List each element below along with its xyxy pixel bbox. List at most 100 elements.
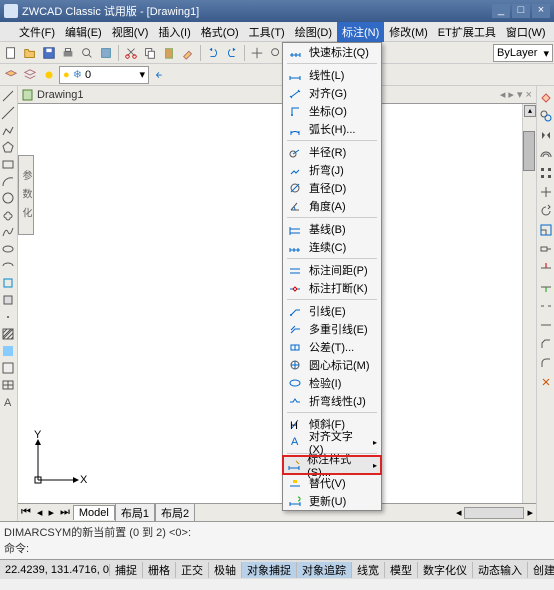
rectangle-icon[interactable] — [0, 156, 16, 172]
point-icon[interactable] — [0, 309, 16, 325]
menu-10[interactable]: 窗口(W) — [501, 22, 551, 42]
insert-icon[interactable] — [0, 275, 16, 291]
mirror-icon[interactable] — [537, 126, 554, 144]
status-创建和隐[interactable]: 创建和隐 — [528, 562, 554, 578]
tab-model[interactable]: Model — [73, 505, 115, 520]
table-icon[interactable] — [0, 377, 16, 393]
menuitem-upd[interactable]: 更新(U) — [283, 492, 381, 510]
tab-first[interactable]: ⏮ — [18, 506, 34, 519]
menuitem-sty[interactable]: 标注样式(S)...▸ — [283, 456, 381, 474]
menu-11[interactable]: 帮助(H) — [551, 22, 554, 42]
menuitem-con[interactable]: 连续(C) — [283, 238, 381, 256]
block-icon[interactable] — [0, 292, 16, 308]
document-tab[interactable]: Drawing1 ◂ ▸ ▾ × — [18, 86, 536, 104]
tab-layout1[interactable]: 布局1 — [115, 503, 155, 521]
explode-icon[interactable] — [537, 373, 554, 391]
print-icon[interactable] — [59, 44, 77, 62]
menuitem-mle[interactable]: 多重引线(E) — [283, 320, 381, 338]
menuitem-jog[interactable]: 折弯(J) — [283, 161, 381, 179]
scale-icon[interactable] — [537, 221, 554, 239]
stretch-icon[interactable] — [537, 240, 554, 258]
tab-last[interactable]: ⏭ — [57, 506, 73, 519]
hscroll-thumb[interactable] — [464, 507, 524, 519]
tab-next[interactable]: ▸ — [45, 506, 57, 519]
undo-icon[interactable] — [204, 44, 222, 62]
menu-0[interactable]: 文件(F) — [14, 22, 60, 42]
drawing-area[interactable]: Drawing1 ◂ ▸ ▾ × X Y ▴ ⏮ ◂ ▸ ⏭ — [18, 86, 536, 521]
move-icon[interactable] — [537, 183, 554, 201]
scroll-up-icon[interactable]: ▴ — [524, 105, 536, 117]
parametric-palette[interactable]: 参 数 化 — [18, 155, 34, 235]
hscroll-right[interactable]: ▸ — [524, 506, 536, 519]
menuitem-atx[interactable]: A对齐文字(X)▸ — [283, 433, 381, 451]
menu-2[interactable]: 视图(V) — [107, 22, 154, 42]
status-极轴[interactable]: 极轴 — [209, 562, 242, 578]
menuitem-lin[interactable]: 线性(L) — [283, 66, 381, 84]
circle-icon[interactable] — [0, 190, 16, 206]
erase-icon[interactable] — [537, 88, 554, 106]
line-icon[interactable] — [0, 88, 16, 104]
menuitem-cen[interactable]: 圆心标记(M) — [283, 356, 381, 374]
ellipse-arc-icon[interactable] — [0, 258, 16, 274]
layer-state-icon[interactable] — [21, 66, 39, 84]
matchprop-icon[interactable] — [179, 44, 197, 62]
menuitem-bas[interactable]: 基线(B) — [283, 220, 381, 238]
close-button[interactable]: × — [532, 4, 550, 18]
status-模型[interactable]: 模型 — [385, 562, 418, 578]
menu-8[interactable]: 修改(M) — [384, 22, 433, 42]
save-icon[interactable] — [40, 44, 58, 62]
tab-prev[interactable]: ◂ — [34, 506, 46, 519]
redo-icon[interactable] — [223, 44, 241, 62]
menuitem-tol[interactable]: 公差(T)... — [283, 338, 381, 356]
menuitem-ord[interactable]: 坐标(O) — [283, 102, 381, 120]
revcloud-icon[interactable] — [0, 207, 16, 223]
status-数字化仪[interactable]: 数字化仪 — [418, 562, 473, 578]
array-icon[interactable] — [537, 164, 554, 182]
menu-1[interactable]: 编辑(E) — [60, 22, 107, 42]
status-捕捉[interactable]: 捕捉 — [110, 562, 143, 578]
tab-arrows[interactable]: ◂ ▸ ▾ × — [500, 88, 536, 101]
menuitem-arc[interactable]: 弧长(H)... — [283, 120, 381, 138]
status-正交[interactable]: 正交 — [176, 562, 209, 578]
status-栅格[interactable]: 栅格 — [143, 562, 176, 578]
trim-icon[interactable] — [537, 259, 554, 277]
status-线宽[interactable]: 线宽 — [352, 562, 385, 578]
menuitem-jol[interactable]: 折弯线性(J) — [283, 392, 381, 410]
maximize-button[interactable]: □ — [512, 4, 530, 18]
menuitem-qdim[interactable]: 快速标注(Q) — [283, 43, 381, 61]
scroll-thumb[interactable] — [523, 131, 535, 171]
menuitem-spa[interactable]: 标注间距(P) — [283, 261, 381, 279]
fillet-icon[interactable] — [537, 354, 554, 372]
status-对象捕捉[interactable]: 对象捕捉 — [242, 562, 297, 578]
linetype-combo[interactable]: ByLayer▾ — [493, 44, 553, 62]
command-line[interactable]: DIMARCSYM的新当前置 (0 到 2) <0>: 命令: — [0, 521, 554, 559]
menuitem-brk[interactable]: 标注打断(K) — [283, 279, 381, 297]
break-icon[interactable] — [537, 297, 554, 315]
new-icon[interactable] — [2, 44, 20, 62]
region-icon[interactable] — [0, 360, 16, 376]
hscroll-left[interactable]: ◂ — [453, 506, 465, 519]
mtext-icon[interactable]: A — [0, 394, 16, 410]
publish-icon[interactable] — [97, 44, 115, 62]
status-对象追踪[interactable]: 对象追踪 — [297, 562, 352, 578]
spline-icon[interactable] — [0, 224, 16, 240]
vertical-scrollbar[interactable]: ▴ — [522, 104, 536, 503]
canvas[interactable]: X Y — [18, 104, 522, 503]
gradient-icon[interactable] — [0, 343, 16, 359]
hatch-icon[interactable] — [0, 326, 16, 342]
menuitem-ali[interactable]: 对齐(G) — [283, 84, 381, 102]
menu-5[interactable]: 工具(T) — [244, 22, 290, 42]
cut-icon[interactable] — [122, 44, 140, 62]
xline-icon[interactable] — [0, 105, 16, 121]
pline-icon[interactable] — [0, 122, 16, 138]
layer-icon[interactable] — [2, 66, 20, 84]
arc-icon[interactable] — [0, 173, 16, 189]
preview-icon[interactable] — [78, 44, 96, 62]
extend-icon[interactable] — [537, 278, 554, 296]
tab-layout2[interactable]: 布局2 — [155, 503, 195, 521]
coords-display[interactable]: 22.4239, 131.4716, 0 — [0, 564, 110, 576]
menu-3[interactable]: 插入(I) — [153, 22, 195, 42]
menu-6[interactable]: 绘图(D) — [290, 22, 337, 42]
layer-prev-icon[interactable] — [150, 66, 168, 84]
menuitem-dia[interactable]: 直径(D) — [283, 179, 381, 197]
